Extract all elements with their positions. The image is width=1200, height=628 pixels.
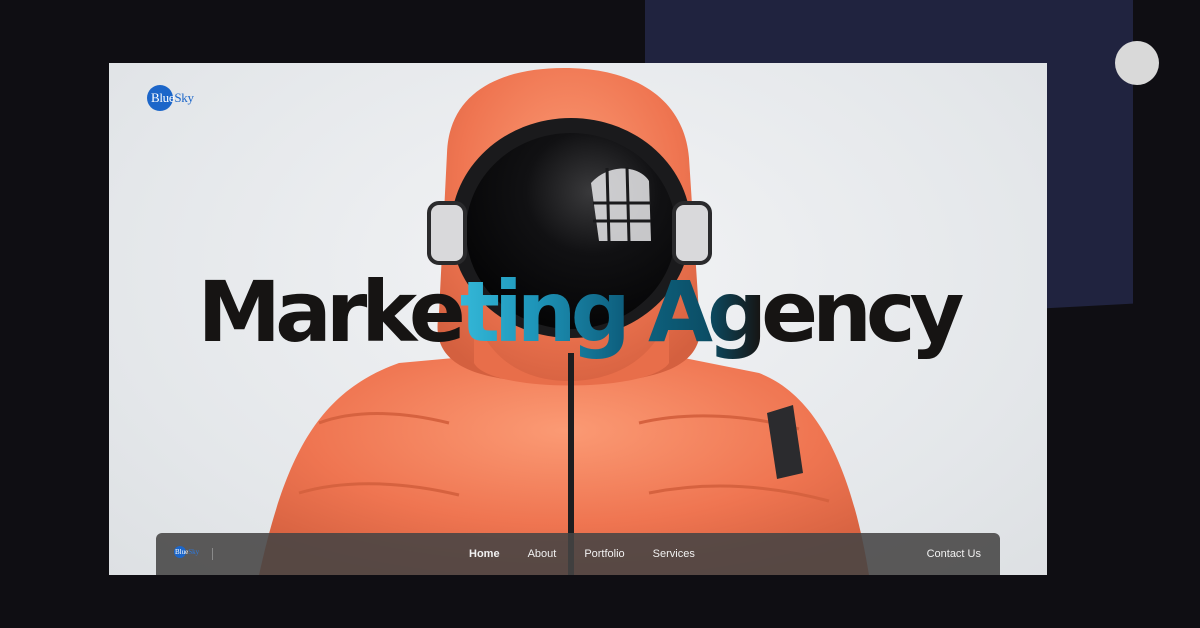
navbar-logo-text-part2: Sky <box>188 548 200 556</box>
headline-part-2: ting <box>459 263 631 361</box>
nav-links: Home About Portfolio Services <box>469 533 723 575</box>
logo-text: BlueSky <box>151 90 194 106</box>
decorative-dot <box>1115 41 1159 85</box>
hero-headline: Marketing Agency <box>109 270 1047 354</box>
navbar-logo-text: BlueSky <box>175 548 199 556</box>
logo-text-part2: Sky <box>174 90 194 105</box>
logo-text-part1: Blue <box>151 90 175 105</box>
nav-services-link[interactable]: Services <box>653 548 695 560</box>
nav-home-link[interactable]: Home <box>469 548 500 560</box>
bottom-navbar: BlueSky Home About Portfolio Services Co… <box>156 533 1000 575</box>
brand-logo[interactable]: BlueSky <box>147 85 194 111</box>
navbar-logo-text-part1: Blue <box>175 548 189 556</box>
headline-part-1: Marke <box>197 263 466 361</box>
nav-contact-link[interactable]: Contact Us <box>927 533 981 575</box>
nav-about-link[interactable]: About <box>528 548 557 560</box>
navbar-logo[interactable]: BlueSky <box>174 546 199 558</box>
headline-part-4: ency <box>761 263 964 361</box>
navbar-divider <box>212 548 213 560</box>
headline-part-3: Ag <box>624 263 767 361</box>
hero-section: BlueSky Marketing Agency BlueSky Home Ab… <box>109 63 1047 575</box>
nav-portfolio-link[interactable]: Portfolio <box>584 548 624 560</box>
